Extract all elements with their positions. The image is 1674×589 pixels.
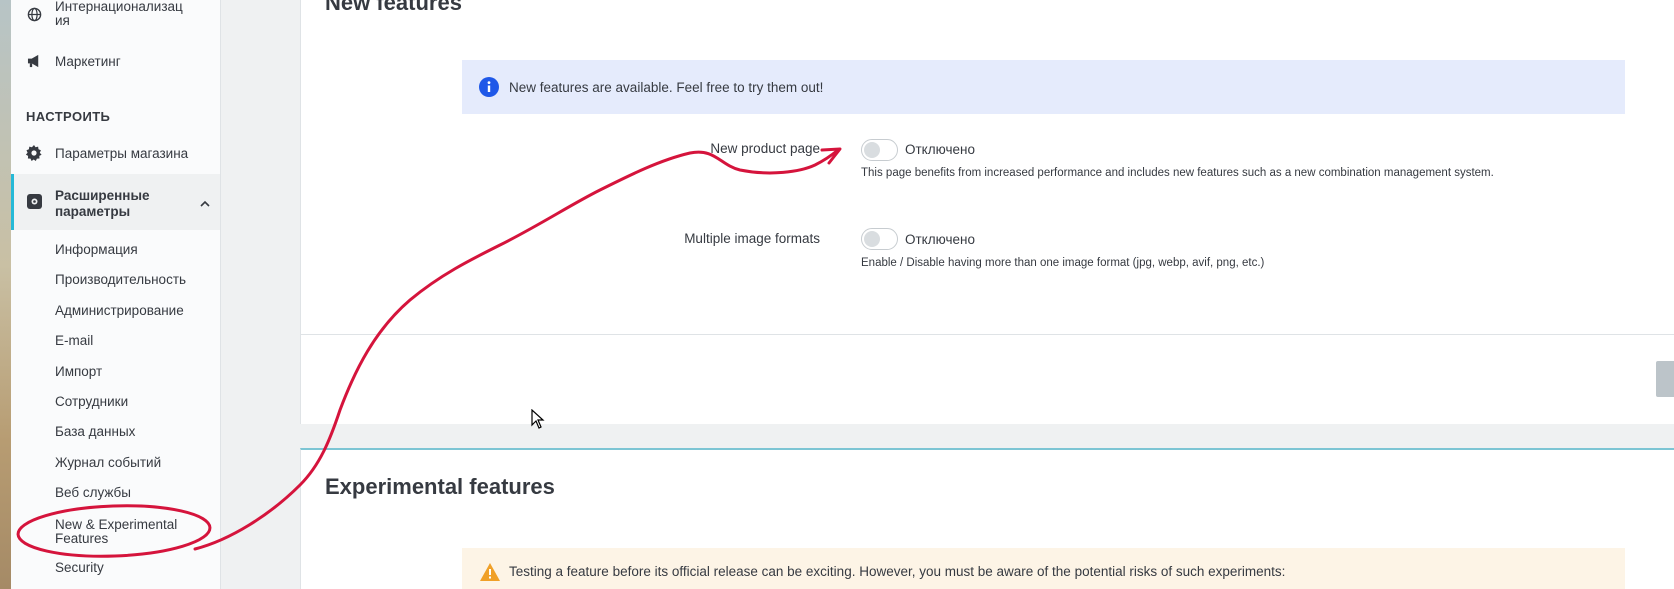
sidebar-subitem-performance[interactable]: Производительность — [55, 273, 186, 287]
sidebar-subitem-database[interactable]: База данных — [55, 425, 135, 439]
warning-icon — [479, 562, 501, 582]
new-product-page-toggle[interactable] — [861, 139, 898, 161]
sidebar-subitem-webservice[interactable]: Веб службы — [55, 486, 131, 500]
sidebar-item-label: Расширенные параметры — [55, 188, 150, 219]
sidebar: Интернационализац ия Маркетинг НАСТРОИТЬ… — [11, 0, 221, 589]
gear-icon — [26, 145, 42, 161]
megaphone-icon — [26, 53, 42, 69]
sidebar-subitem-employees[interactable]: Сотрудники — [55, 395, 128, 409]
sidebar-item-internationalization[interactable]: Интернационализац ия — [11, 0, 220, 30]
sidebar-subitem-security[interactable]: Security — [55, 561, 104, 575]
new-product-page-help: This page benefits from increased perfor… — [861, 167, 1494, 179]
sidebar-subitem-import[interactable]: Импорт — [55, 365, 102, 379]
multiple-image-formats-label: Multiple image formats — [684, 231, 820, 246]
sidebar-item-label: Параметры магазина — [55, 146, 189, 161]
mouse-cursor-icon — [531, 409, 545, 429]
multiple-image-formats-toggle-state: Отключено — [905, 232, 975, 247]
sidebar-subitem-administration[interactable]: Администрирование — [55, 304, 184, 318]
warning-alert-text: Testing a feature before its official re… — [509, 564, 1286, 579]
advanced-settings-icon — [26, 193, 44, 211]
sidebar-section-title: НАСТРОИТЬ — [26, 109, 111, 124]
multiple-image-formats-help: Enable / Disable having more than one im… — [861, 257, 1265, 269]
warning-alert: Testing a feature before its official re… — [462, 548, 1625, 589]
sidebar-item-advanced-parameters[interactable]: Расширенные параметры — [11, 174, 220, 230]
new-features-panel: New features New features are available.… — [300, 0, 1674, 424]
sidebar-item-shop-parameters[interactable]: Параметры магазина — [11, 144, 220, 164]
experimental-features-panel: Experimental features Testing a feature … — [300, 448, 1674, 589]
new-product-page-toggle-state: Отключено — [905, 142, 975, 157]
sidebar-item-marketing[interactable]: Маркетинг — [11, 52, 220, 72]
chevron-up-icon[interactable] — [200, 196, 210, 207]
desktop-background — [0, 0, 11, 589]
sidebar-item-label: Интернационализац ия — [55, 0, 183, 28]
side-scroll-tab[interactable] — [1656, 361, 1674, 397]
sidebar-subitem-information[interactable]: Информация — [55, 243, 138, 257]
globe-icon — [26, 6, 42, 22]
sidebar-item-label: Маркетинг — [55, 54, 121, 69]
sidebar-subitem-logs[interactable]: Журнал событий — [55, 456, 161, 470]
new-features-title: New features — [325, 0, 462, 15]
experimental-features-title: Experimental features — [325, 474, 555, 499]
sidebar-subitem-new-experimental-features[interactable]: New & Experimental Features — [55, 518, 177, 546]
info-icon — [479, 77, 499, 97]
panel-footer-divider — [301, 334, 1674, 335]
new-product-page-label: New product page — [710, 141, 820, 156]
info-alert-text: New features are available. Feel free to… — [509, 79, 824, 95]
sidebar-subitem-email[interactable]: E-mail — [55, 334, 93, 348]
info-alert: New features are available. Feel free to… — [462, 60, 1625, 114]
multiple-image-formats-toggle[interactable] — [861, 228, 898, 250]
